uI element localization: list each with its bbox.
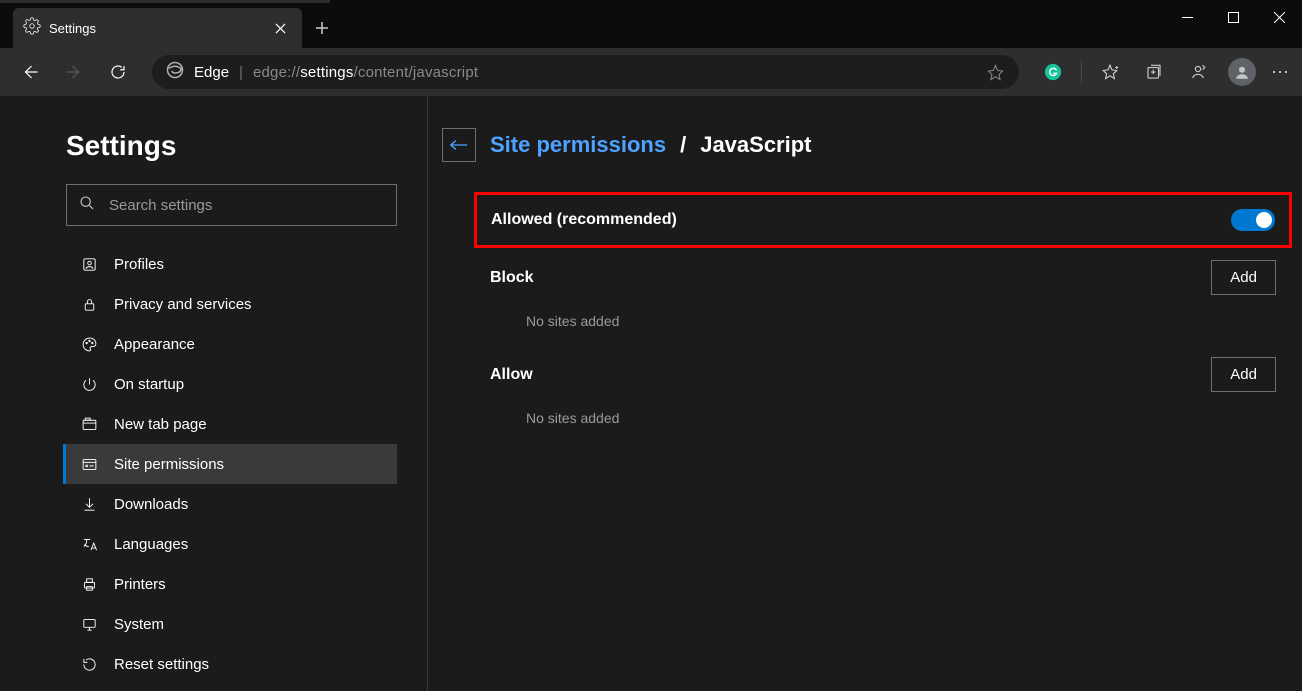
titlebar-top-edge [0, 0, 330, 3]
toolbar: Edge | edge://settings/content/javascrip… [0, 48, 1302, 96]
breadcrumb: Site permissions / JavaScript [442, 128, 1292, 162]
nav-back-button[interactable] [10, 52, 50, 92]
block-add-button[interactable]: Add [1211, 260, 1276, 295]
sidebar-item-newtab[interactable]: New tab page [63, 404, 397, 444]
sidebar-item-appearance[interactable]: Appearance [63, 324, 397, 364]
profile-switch-icon[interactable] [1178, 52, 1218, 92]
address-bar[interactable]: Edge | edge://settings/content/javascrip… [152, 55, 1019, 89]
window-close-button[interactable] [1256, 0, 1302, 34]
breadcrumb-back-button[interactable] [442, 128, 476, 162]
sidebar-item-label: Privacy and services [114, 296, 252, 313]
allowed-label: Allowed (recommended) [491, 211, 677, 229]
sidebar-item-label: Site permissions [114, 456, 224, 473]
allowed-setting-row: Allowed (recommended) [474, 192, 1292, 248]
sidebar-item-label: Downloads [114, 496, 188, 513]
sidebar-item-label: On startup [114, 376, 184, 393]
toggle-knob [1256, 212, 1272, 228]
system-icon [80, 615, 98, 633]
settings-search[interactable] [66, 184, 397, 226]
settings-search-input[interactable] [109, 197, 384, 214]
titlebar: Settings [0, 0, 1302, 48]
settings-sidebar: Settings Profiles Privacy and services A… [0, 96, 428, 691]
edge-logo-icon [166, 61, 184, 84]
sidebar-item-label: Profiles [114, 256, 164, 273]
sidebar-item-label: Appearance [114, 336, 195, 353]
permissions-icon [80, 455, 98, 473]
power-icon [80, 375, 98, 393]
sidebar-item-profiles[interactable]: Profiles [63, 244, 397, 284]
window-controls [1164, 0, 1302, 34]
sidebar-item-label: Printers [114, 576, 166, 593]
sidebar-item-site-permissions[interactable]: Site permissions [63, 444, 397, 484]
sidebar-item-label: Languages [114, 536, 188, 553]
sidebar-item-label: Reset settings [114, 656, 209, 673]
language-icon [80, 535, 98, 553]
gear-icon [23, 17, 41, 40]
favorites-button[interactable] [1090, 52, 1130, 92]
sidebar-item-startup[interactable]: On startup [63, 364, 397, 404]
nav-refresh-button[interactable] [98, 52, 138, 92]
block-section: Block Add No sites added [490, 260, 1276, 329]
reset-icon [80, 655, 98, 673]
sidebar-item-label: System [114, 616, 164, 633]
collections-button[interactable] [1134, 52, 1174, 92]
sidebar-item-printers[interactable]: Printers [63, 564, 397, 604]
allowed-toggle[interactable] [1231, 209, 1275, 231]
allow-section: Allow Add No sites added [490, 357, 1276, 426]
search-icon [79, 195, 95, 216]
breadcrumb-current: JavaScript [700, 132, 811, 158]
window-maximize-button[interactable] [1210, 0, 1256, 34]
lock-icon [80, 295, 98, 313]
settings-nav: Profiles Privacy and services Appearance… [66, 244, 397, 684]
toolbar-separator [1081, 61, 1082, 83]
breadcrumb-parent-link[interactable]: Site permissions [490, 132, 666, 158]
profile-icon [80, 255, 98, 273]
sidebar-item-privacy[interactable]: Privacy and services [63, 284, 397, 324]
new-tab-button[interactable] [302, 8, 342, 48]
sidebar-item-reset[interactable]: Reset settings [63, 644, 397, 684]
grammarly-extension-icon[interactable] [1033, 52, 1073, 92]
block-title: Block [490, 269, 534, 287]
content-area: Settings Profiles Privacy and services A… [0, 96, 1302, 691]
window-minimize-button[interactable] [1164, 0, 1210, 34]
address-separator: | [239, 64, 243, 81]
sidebar-item-languages[interactable]: Languages [63, 524, 397, 564]
allow-add-button[interactable]: Add [1211, 357, 1276, 392]
address-url: edge://settings/content/javascript [253, 64, 478, 81]
more-menu-button[interactable]: ⋯ [1266, 62, 1296, 83]
allow-title: Allow [490, 366, 533, 384]
sidebar-item-downloads[interactable]: Downloads [63, 484, 397, 524]
block-empty-message: No sites added [490, 313, 1276, 329]
browser-tab[interactable]: Settings [13, 8, 302, 48]
download-icon [80, 495, 98, 513]
tab-title: Settings [49, 21, 258, 36]
main-panel: Site permissions / JavaScript Allowed (r… [428, 96, 1302, 691]
settings-heading: Settings [66, 130, 397, 162]
palette-icon [80, 335, 98, 353]
printer-icon [80, 575, 98, 593]
breadcrumb-separator: / [680, 132, 686, 158]
profile-avatar[interactable] [1222, 52, 1262, 92]
favorite-star-button[interactable] [981, 58, 1009, 86]
nav-forward-button[interactable] [54, 52, 94, 92]
address-identity-label: Edge [194, 64, 229, 81]
newtab-icon [80, 415, 98, 433]
sidebar-item-system[interactable]: System [63, 604, 397, 644]
sidebar-item-label: New tab page [114, 416, 207, 433]
allow-empty-message: No sites added [490, 410, 1276, 426]
tab-close-button[interactable] [266, 14, 294, 42]
